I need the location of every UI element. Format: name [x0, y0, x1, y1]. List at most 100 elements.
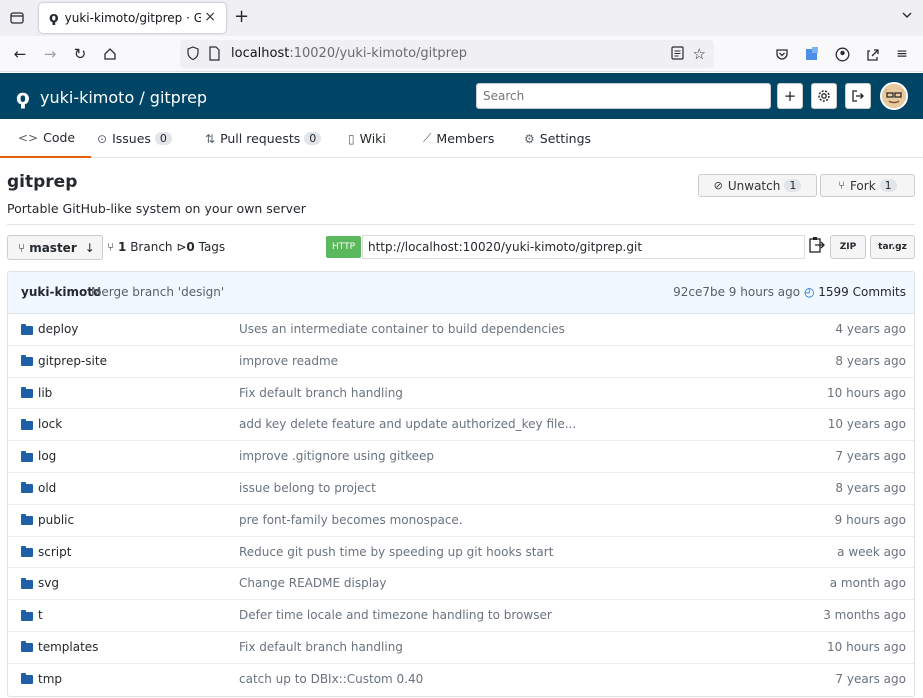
- file-commit-message[interactable]: Change README display: [239, 576, 387, 590]
- file-name-label[interactable]: lib: [38, 386, 52, 400]
- bookmark-star-icon[interactable]: ☆: [693, 45, 706, 63]
- app-header: ϙ yuki-kimoto / gitprep +: [0, 73, 923, 119]
- branch-count[interactable]: 1: [118, 240, 126, 254]
- fork-button[interactable]: ⑂ Fork 1: [820, 174, 915, 197]
- issue-icon: ⊙: [97, 131, 108, 146]
- file-name[interactable]: deploy: [21, 322, 78, 336]
- file-name-label[interactable]: deploy: [38, 322, 78, 336]
- url-bar[interactable]: localhost:10020/yuki-kimoto/gitprep ☆: [180, 40, 714, 68]
- file-name[interactable]: gitprep-site: [21, 354, 107, 368]
- branch-link[interactable]: Branch: [130, 240, 172, 254]
- file-commit-message[interactable]: Defer time locale and timezone handling …: [239, 608, 552, 622]
- file-commit-message[interactable]: improve readme: [239, 354, 338, 368]
- tag-count[interactable]: 0: [186, 240, 194, 254]
- file-name[interactable]: public: [21, 513, 74, 527]
- tab-wiki[interactable]: ▯ Wiki: [348, 119, 386, 158]
- forward-icon[interactable]: →: [41, 45, 59, 63]
- file-name[interactable]: log: [21, 449, 56, 463]
- file-name[interactable]: svg: [21, 576, 59, 590]
- file-name[interactable]: old: [21, 481, 56, 495]
- file-name-label[interactable]: old: [38, 481, 56, 495]
- file-commit-message[interactable]: issue belong to project: [239, 481, 376, 495]
- http-protocol-button[interactable]: HTTP: [326, 236, 361, 258]
- file-name-label[interactable]: lock: [38, 417, 62, 431]
- repo-title[interactable]: yuki-kimoto / gitprep: [40, 88, 207, 107]
- file-name[interactable]: t: [21, 608, 43, 622]
- tab-label: Settings: [539, 131, 592, 146]
- branch-select-button[interactable]: ⑂ master ↓: [7, 235, 103, 260]
- table-row: log improve .gitignore using gitkeep 7 yea…: [8, 441, 914, 473]
- url-text[interactable]: localhost:10020/yuki-kimoto/gitprep: [231, 46, 467, 61]
- home-icon[interactable]: [101, 45, 119, 63]
- clone-url-field[interactable]: http://localhost:10020/yuki-kimoto/gitpr…: [362, 235, 805, 259]
- browser-tab[interactable]: ϙ yuki-kimoto/gitprep · Git ×: [39, 3, 226, 33]
- reader-view-icon[interactable]: [671, 46, 684, 63]
- menu-icon[interactable]: ≡: [893, 45, 911, 63]
- folder-icon: [21, 418, 33, 430]
- tab-pull-requests[interactable]: ⇅ Pull requests 0: [205, 119, 322, 158]
- tab-code[interactable]: <> Code: [0, 119, 92, 158]
- file-name[interactable]: lib: [21, 386, 52, 400]
- commit-message[interactable]: Merge branch 'design': [91, 285, 224, 299]
- page-title[interactable]: gitprep: [7, 172, 77, 192]
- settings-gear-button[interactable]: [811, 83, 837, 109]
- share-icon[interactable]: [863, 45, 881, 63]
- new-tab-icon[interactable]: +: [234, 6, 249, 27]
- avatar[interactable]: [880, 82, 908, 110]
- tab-settings[interactable]: ⚙ Settings: [524, 119, 591, 158]
- sign-out-icon: [852, 90, 864, 102]
- download-targz-button[interactable]: tar.gz: [870, 235, 915, 259]
- file-commit-message[interactable]: Uses an intermediate container to build …: [239, 322, 565, 336]
- file-name[interactable]: tmp: [21, 672, 62, 686]
- tab-members[interactable]: ⟋ Members: [423, 119, 494, 158]
- file-name[interactable]: lock: [21, 417, 62, 431]
- create-new-button[interactable]: +: [777, 83, 803, 109]
- file-age: 10 years ago: [827, 417, 906, 432]
- file-name-label[interactable]: gitprep-site: [38, 354, 107, 368]
- file-name-label[interactable]: svg: [38, 576, 59, 590]
- file-commit-message[interactable]: improve .gitignore using gitkeep: [239, 449, 434, 463]
- file-commit-message[interactable]: pre font-family becomes monospace.: [239, 513, 463, 527]
- download-zip-button[interactable]: ZIP: [830, 235, 866, 259]
- commit-author[interactable]: yuki-kimoto: [21, 285, 101, 299]
- commit-hash-age[interactable]: 92ce7be 9 hours ago: [673, 285, 800, 299]
- pocket-icon[interactable]: [773, 45, 791, 63]
- tab-overview-icon[interactable]: [8, 9, 26, 27]
- page-icon[interactable]: [208, 46, 220, 64]
- branch-tag-info: ⑂ 1 Branch ⊳0 Tags: [107, 240, 225, 254]
- file-name-label[interactable]: t: [38, 608, 43, 622]
- file-commit-message[interactable]: add key delete feature and update author…: [239, 417, 576, 431]
- account-icon[interactable]: [833, 45, 851, 63]
- file-commit-message[interactable]: Reduce git push time by speeding up git …: [239, 545, 553, 559]
- gitprep-logo-icon[interactable]: ϙ: [16, 85, 30, 109]
- unwatch-button[interactable]: ⊘ Unwatch 1: [698, 174, 817, 197]
- file-commit-message[interactable]: Fix default branch handling: [239, 640, 403, 654]
- commits-link[interactable]: 1599 Commits: [818, 285, 906, 299]
- reload-icon[interactable]: ↻: [71, 45, 89, 63]
- sign-out-button[interactable]: [845, 83, 871, 109]
- folder-icon: [21, 609, 33, 621]
- shield-icon[interactable]: [186, 46, 200, 64]
- file-name-label[interactable]: tmp: [38, 672, 62, 686]
- folder-icon: [21, 355, 33, 367]
- search-input[interactable]: [476, 83, 771, 109]
- folder-icon: [21, 577, 33, 589]
- file-name-label[interactable]: script: [38, 545, 71, 559]
- file-name-label[interactable]: public: [38, 513, 74, 527]
- chevron-down-icon[interactable]: [901, 9, 913, 24]
- tab-close-icon[interactable]: ×: [204, 9, 216, 25]
- file-commit-message[interactable]: Fix default branch handling: [239, 386, 403, 400]
- tags-link[interactable]: Tags: [199, 240, 226, 254]
- file-commit-message[interactable]: catch up to DBIx::Custom 0.40: [239, 672, 423, 686]
- tab-issues[interactable]: ⊙ Issues 0: [97, 119, 172, 158]
- file-name[interactable]: templates: [21, 640, 98, 654]
- url-path: :10020/yuki-kimoto/gitprep: [289, 46, 467, 61]
- extension-icon[interactable]: [803, 45, 821, 63]
- file-name-label[interactable]: templates: [38, 640, 98, 654]
- file-name[interactable]: script: [21, 545, 71, 559]
- commit-meta: 92ce7be 9 hours ago ◴ 1599 Commits: [673, 285, 906, 299]
- back-icon[interactable]: ←: [11, 45, 29, 63]
- tab-label: Members: [436, 131, 495, 146]
- clipboard-icon[interactable]: [809, 236, 825, 258]
- file-name-label[interactable]: log: [38, 449, 56, 463]
